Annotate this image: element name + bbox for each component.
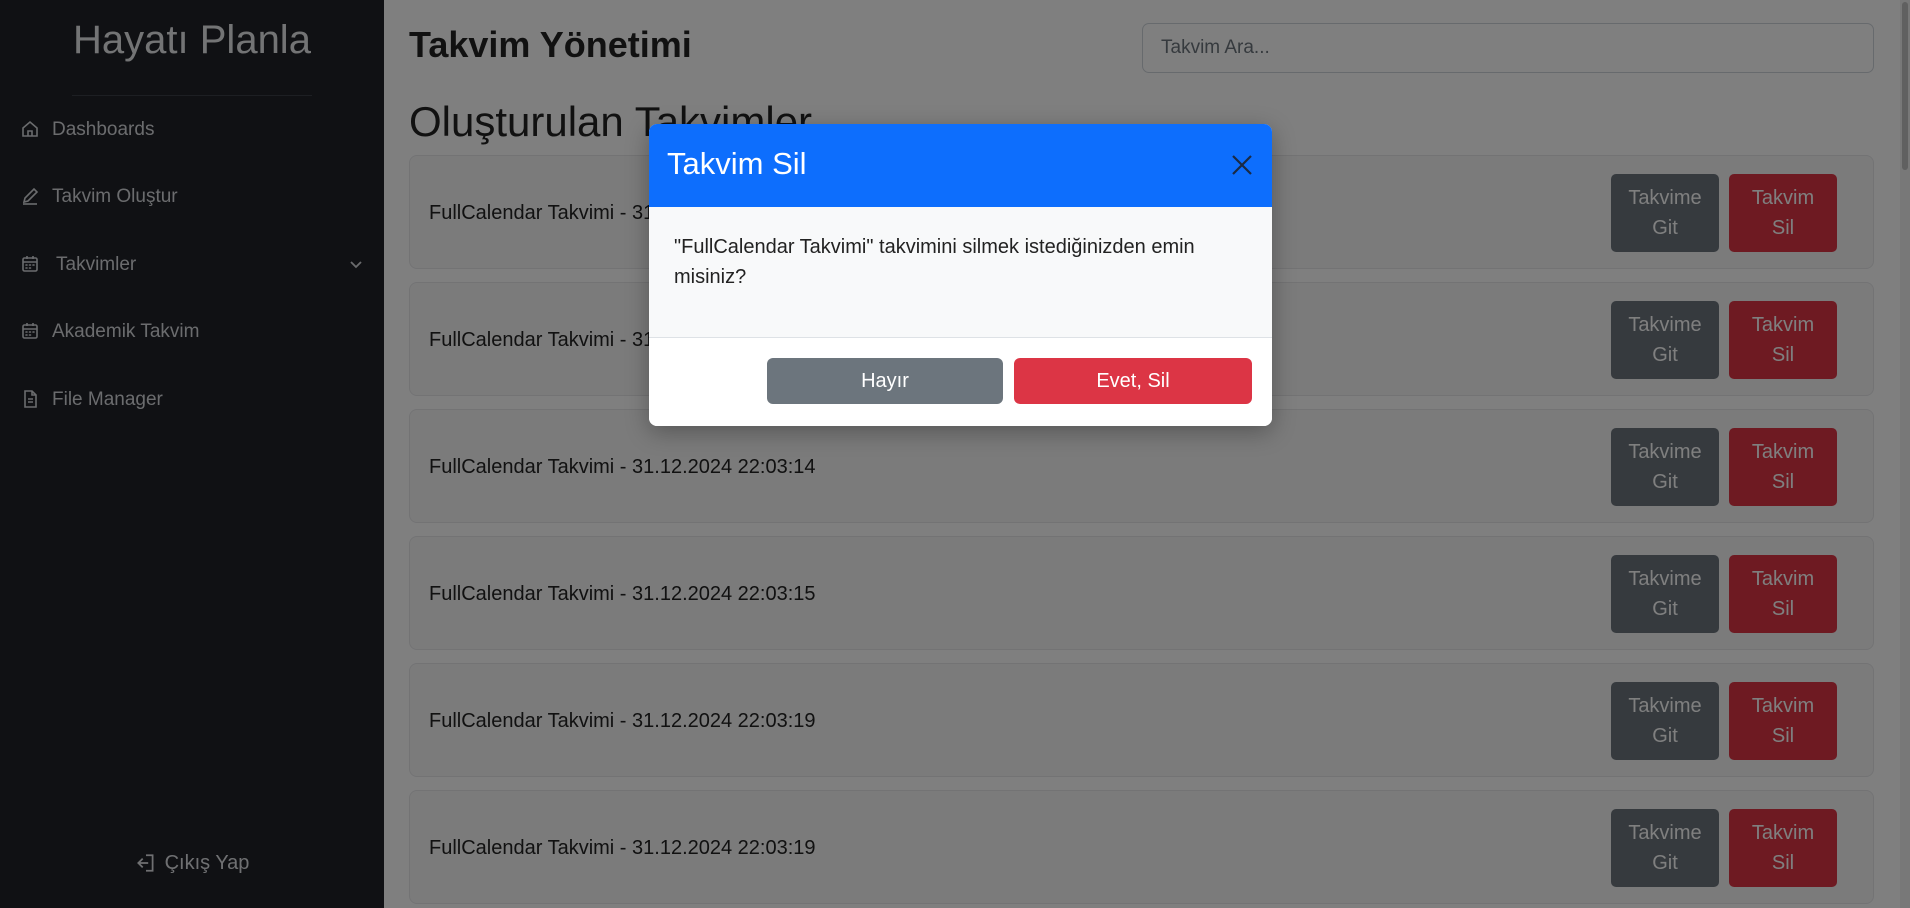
modal-footer: Hayır Evet, Sil <box>649 338 1272 426</box>
cancel-button[interactable]: Hayır <box>767 358 1003 404</box>
close-icon[interactable] <box>1229 152 1255 178</box>
delete-calendar-modal: Takvim Sil "FullCalendar Takvimi" takvim… <box>649 124 1272 426</box>
modal-message: "FullCalendar Takvimi" takvimini silmek … <box>674 236 1195 288</box>
modal-header: Takvim Sil <box>649 124 1272 207</box>
confirm-delete-button[interactable]: Evet, Sil <box>1014 358 1252 404</box>
modal-title: Takvim Sil <box>667 146 807 181</box>
